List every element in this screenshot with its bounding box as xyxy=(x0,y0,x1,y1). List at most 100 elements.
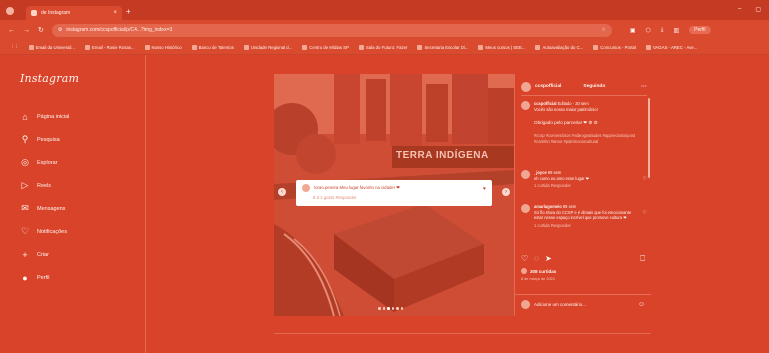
caption-text: Vocês são nosso maior patrimônio! xyxy=(534,106,598,112)
sidebar-item-label: Perfil xyxy=(37,274,50,281)
sidebar-item-label: Página inicial xyxy=(37,113,70,120)
avatar[interactable] xyxy=(521,81,531,92)
bookmark-favicon-icon xyxy=(144,44,150,50)
comment-like-icon[interactable]: ♡ xyxy=(643,210,647,217)
back-icon[interactable]: ← xyxy=(8,27,15,34)
comment-item: _joyce 89 sem eh como eu amo esse lugar … xyxy=(521,170,647,189)
bookmark-item[interactable]: Secretaria Escolar Di... xyxy=(417,44,468,50)
popup-like-icon[interactable]: ♥ xyxy=(483,186,486,192)
maximize-icon[interactable]: ▢ xyxy=(755,6,761,13)
caption-author[interactable]: ccspofficial xyxy=(534,101,557,106)
bookmark-favicon-icon xyxy=(191,44,197,50)
comment-time: 89 sem xyxy=(547,170,562,175)
avatar[interactable] xyxy=(521,204,530,213)
post-modal: TERRA INDÍGENA ‹ › lorao.pereira Meu lug… xyxy=(274,74,651,316)
sidebar-item-messages[interactable]: ✉ Mensagens xyxy=(20,197,69,220)
bookmark-icon[interactable]: ⎕ xyxy=(640,254,645,264)
comments-panel: ccspofficial Seguindo ··· ccspofficial E… xyxy=(514,74,651,316)
carousel-dot xyxy=(378,307,381,310)
bookmark-favicon-icon xyxy=(243,44,249,50)
address-bar[interactable]: ⚙ instagram.com/ccspofficial/p/C4...?img… xyxy=(51,23,612,37)
bookmark-item[interactable]: Nosso Histórico xyxy=(144,44,182,50)
extensions-puzzle-icon[interactable]: ⬡ xyxy=(646,27,651,34)
comment-icon[interactable]: ◌ xyxy=(534,254,539,264)
reload-icon[interactable]: ↻ xyxy=(38,26,44,34)
graffiti-text: TERRA INDÍGENA xyxy=(396,150,489,161)
bookmark-item[interactable]: Concursos - Portal xyxy=(593,44,636,50)
sidebar-nav: ⌂ Página inicial ⚲ Pesquisa ◎ Explorar ▷… xyxy=(20,105,69,289)
extension-icon[interactable]: ▣ xyxy=(630,27,636,34)
comment-time: 89 sem xyxy=(562,204,577,209)
post-author[interactable]: ccspofficial xyxy=(535,84,561,89)
close-tab-icon[interactable]: × xyxy=(113,10,117,16)
bookmark-item[interactable]: Email da Universid... xyxy=(28,44,75,50)
carousel-dot xyxy=(400,307,403,310)
more-options-icon[interactable]: ··· xyxy=(641,84,647,90)
bookmark-favicon-icon xyxy=(28,44,34,50)
comment-user[interactable]: amarlagomeio xyxy=(534,204,562,209)
add-comment-input[interactable]: Adicione um comentário... xyxy=(534,302,586,307)
avatar[interactable] xyxy=(521,170,530,179)
bookmark-item[interactable]: Email - Rosie Rosas... xyxy=(85,44,135,50)
avatar xyxy=(521,300,530,309)
bookmark-item[interactable]: Sala do Futuro: Fazer xyxy=(358,44,407,50)
emoji-icon[interactable]: ☺ xyxy=(638,301,645,308)
comment-like-icon[interactable]: ♡ xyxy=(643,176,647,183)
caption-thanks: Obrigado pelo parceria! ❤ ⚙ ⚙ xyxy=(534,120,598,126)
plus-icon: + xyxy=(22,249,28,260)
sidebar-item-explore[interactable]: ◎ Explorar xyxy=(20,151,69,174)
download-icon[interactable]: ⤓ xyxy=(661,27,664,34)
avatar[interactable] xyxy=(521,101,530,110)
new-tab-icon[interactable]: + xyxy=(126,7,131,16)
following-button[interactable]: Seguindo xyxy=(583,84,605,89)
bookmarks-bar: ⋮⋮ Email da Universid... Email - Rosie R… xyxy=(0,40,769,55)
comment-user[interactable]: _joyce xyxy=(534,170,547,175)
site-info-icon[interactable]: ⚙ xyxy=(58,27,62,33)
bookmark-item[interactable]: Centro de Mídias SP xyxy=(302,44,349,50)
sidebar-item-notifications[interactable]: ♡ Notificações xyxy=(20,220,69,243)
forward-icon[interactable]: → xyxy=(23,27,30,34)
carousel-prev-icon[interactable]: ‹ xyxy=(278,188,286,196)
bookmark-favicon-icon xyxy=(535,44,541,50)
comment-text: Só flo show do CCSP e é dimais que foi e… xyxy=(534,209,632,221)
bookmark-item[interactable]: Banco de Talentos xyxy=(191,44,234,50)
reels-icon: ▷ xyxy=(21,180,29,190)
sidebar-item-label: Explorar xyxy=(37,159,58,166)
apps-icon[interactable]: ⋮⋮ xyxy=(10,44,19,50)
bookmark-favicon-icon xyxy=(478,44,484,50)
sidebar-item-reels[interactable]: ▷ Reels xyxy=(20,174,69,197)
post-image[interactable]: TERRA INDÍGENA ‹ › lorao.pereira Meu lug… xyxy=(274,74,514,316)
carousel-dot xyxy=(382,307,385,310)
like-icon[interactable]: ♡ xyxy=(521,254,528,264)
likes-count[interactable]: 308 curtidas xyxy=(521,268,556,274)
bookmark-star-icon[interactable]: ☆ xyxy=(601,27,605,33)
caption-hashtags[interactable]: #ccsp #comentários #videogratitudes #app… xyxy=(534,133,641,144)
minimize-icon[interactable]: – xyxy=(738,6,741,13)
comment-meta[interactable]: 1 curtida Responder xyxy=(534,223,641,229)
sidebar-item-create[interactable]: + Criar xyxy=(20,243,69,266)
browser-menu-icon[interactable] xyxy=(6,7,14,15)
bookmark-item[interactable]: VAGAS - AREC - Ave... xyxy=(645,44,697,50)
comment-meta[interactable]: 1 curtida Responder xyxy=(534,183,589,189)
comments-scrollbar[interactable] xyxy=(648,98,650,178)
bookmark-favicon-icon xyxy=(645,44,651,50)
carousel-next-icon[interactable]: › xyxy=(502,188,510,196)
instagram-logo[interactable]: Instagram xyxy=(20,72,79,85)
sidebar-item-label: Pesquisa xyxy=(37,136,60,143)
post-actions: ♡ ◌ ➤ ⎕ xyxy=(521,254,645,264)
sidepanel-icon[interactable]: ▥ xyxy=(673,27,679,34)
bookmark-item[interactable]: Autoavaliação do C... xyxy=(535,44,583,50)
bookmark-item[interactable]: Meus cursos | SEE... xyxy=(478,44,525,50)
comment-text: eh como eu amo esse lugar ❤ xyxy=(534,175,590,181)
instagram-sidebar: Instagram ⌂ Página inicial ⚲ Pesquisa ◎ … xyxy=(0,55,146,353)
comment-item: amarlagomeio 89 sem Só flo show do CCSP … xyxy=(521,204,647,229)
browser-tab[interactable]: de Instagram × xyxy=(26,6,122,20)
sidebar-item-profile[interactable]: ● Perfil xyxy=(20,266,69,289)
sidebar-item-home[interactable]: ⌂ Página inicial xyxy=(20,105,69,128)
bookmark-item[interactable]: Unidade Regional d... xyxy=(243,44,292,50)
share-icon[interactable]: ➤ xyxy=(545,254,552,264)
home-icon: ⌂ xyxy=(22,111,28,122)
bookmark-favicon-icon xyxy=(302,44,308,50)
sidebar-item-search[interactable]: ⚲ Pesquisa xyxy=(20,128,69,151)
profile-button[interactable]: Perfil xyxy=(689,26,711,34)
